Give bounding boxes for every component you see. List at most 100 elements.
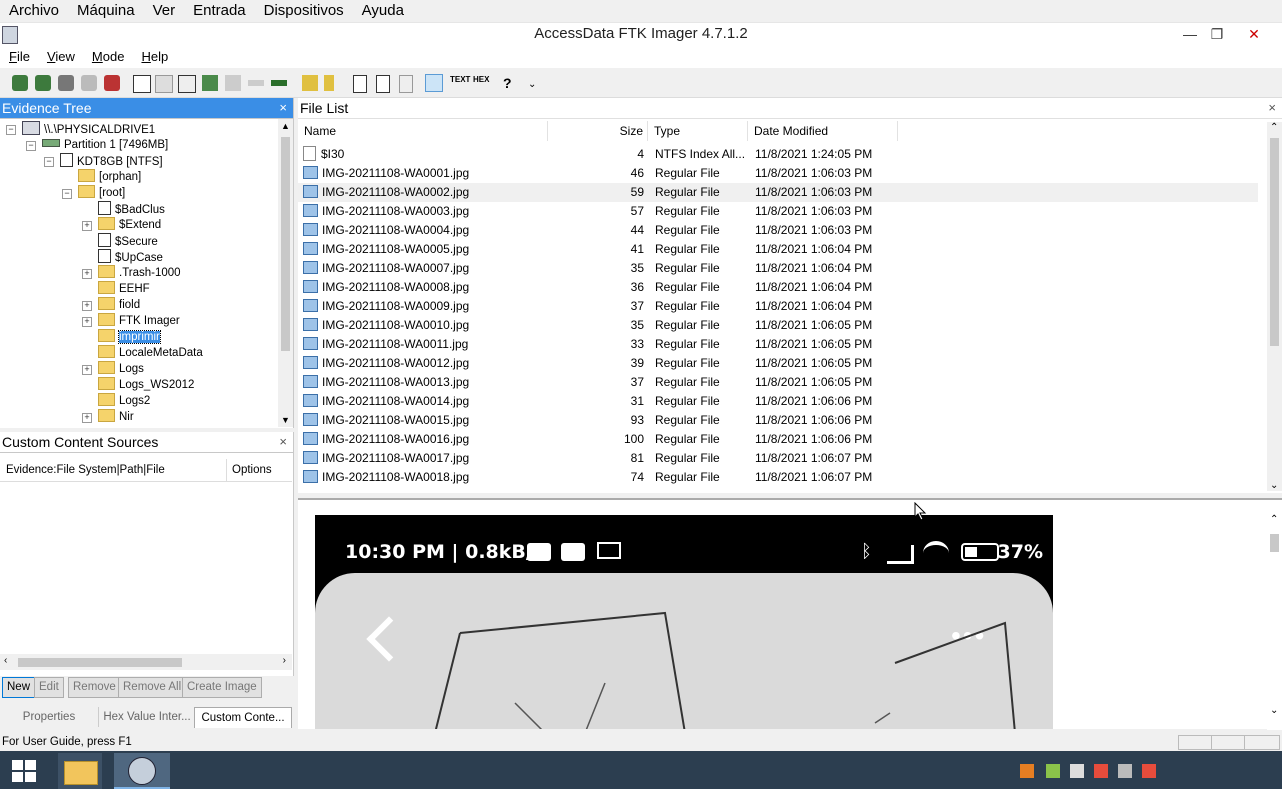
tray-volume-muted-icon[interactable]	[1142, 764, 1156, 778]
file-row[interactable]: IMG-20211108-WA0013.jpg 37 Regular File 11/…	[298, 373, 1258, 392]
tree-node-logs2[interactable]: Logs2	[98, 393, 150, 409]
add-to-custom-content-icon[interactable]	[202, 75, 218, 91]
remove-button[interactable]: Remove	[68, 677, 121, 698]
file-row[interactable]: IMG-20211108-WA0008.jpg 36 Regular File 11/…	[298, 278, 1258, 297]
hex-view-icon[interactable]: HEX	[473, 75, 489, 91]
file-row[interactable]: IMG-20211108-WA0017.jpg 81 Regular File 11/…	[298, 449, 1258, 468]
taskbar-ftk-imager[interactable]	[114, 753, 170, 789]
new-button[interactable]: New	[2, 677, 36, 698]
scroll-left-icon[interactable]: ‹	[4, 655, 7, 666]
file-row[interactable]: IMG-20211108-WA0001.jpg 46 Regular File 11/…	[298, 164, 1258, 183]
file-row[interactable]: IMG-20211108-WA0012.jpg 39 Regular File 11/…	[298, 354, 1258, 373]
scroll-up-icon[interactable]: ▲	[281, 121, 290, 131]
edit-button[interactable]: Edit	[34, 677, 64, 698]
decrypt-icon[interactable]	[248, 80, 264, 86]
verify-drive-icon[interactable]	[271, 80, 287, 86]
column-size[interactable]: Size	[548, 121, 648, 141]
tree-node-ftk-imager[interactable]: + FTK Imager	[82, 313, 180, 329]
viewer-scrollbar[interactable]: ⌃ ⌄	[1267, 514, 1282, 730]
remove-all-evidence-icon[interactable]	[104, 75, 120, 91]
scroll-up-icon[interactable]: ⌃	[1270, 514, 1278, 525]
file-row[interactable]: IMG-20211108-WA0016.jpg 100 Regular File 11…	[298, 430, 1258, 449]
tab-properties[interactable]: Properties	[0, 707, 98, 727]
tab-custom-content[interactable]: Custom Conte...	[194, 707, 292, 728]
auto-view-icon[interactable]	[425, 74, 443, 92]
minimize-button[interactable]: —	[1176, 23, 1204, 45]
custom-content-hscrollbar[interactable]: ‹ ›	[0, 654, 292, 670]
export-hash-list-icon[interactable]	[399, 75, 413, 93]
file-row[interactable]: IMG-20211108-WA0011.jpg 33 Regular File 11/…	[298, 335, 1258, 354]
tree-node-logs-ws2012[interactable]: Logs_WS2012	[98, 377, 194, 393]
tree-node-trash[interactable]: + .Trash-1000	[82, 265, 181, 281]
file-row[interactable]: IMG-20211108-WA0004.jpg 44 Regular File 11/…	[298, 221, 1258, 240]
evidence-tree-scrollbar[interactable]: ▲ ▼	[278, 119, 293, 427]
scrollbar-thumb[interactable]	[1270, 138, 1279, 346]
file-row[interactable]: IMG-20211108-WA0005.jpg 41 Regular File 11/…	[298, 240, 1258, 259]
file-row[interactable]: IMG-20211108-WA0010.jpg 35 Regular File 11/…	[298, 316, 1258, 335]
close-button[interactable]: ✕	[1240, 23, 1268, 45]
scrollbar-thumb[interactable]	[1270, 534, 1279, 552]
file-row[interactable]: IMG-20211108-WA0014.jpg 31 Regular File 11/…	[298, 392, 1258, 411]
scroll-down-icon[interactable]: ▼	[281, 415, 290, 425]
create-custom-image-icon[interactable]	[225, 75, 241, 91]
tree-node-badclus[interactable]: $BadClus	[98, 201, 165, 217]
tree-node-drive[interactable]: − \\.\PHYSICALDRIVE1	[6, 121, 155, 137]
evidence-tree-close-icon[interactable]: ×	[279, 98, 287, 118]
taskbar-file-explorer[interactable]	[58, 753, 102, 789]
tray-security-icon[interactable]	[1046, 764, 1060, 778]
custom-content-close-icon[interactable]: ×	[279, 432, 287, 452]
file-row[interactable]: IMG-20211108-WA0018.jpg 74 Regular File 11/…	[298, 468, 1258, 487]
add-all-evidence-icon[interactable]	[35, 75, 51, 91]
tree-node-nir[interactable]: + Nir	[82, 409, 134, 425]
create-image-button[interactable]: Create Image	[182, 677, 262, 698]
remove-all-button[interactable]: Remove All	[118, 677, 187, 698]
vm-menu-archivo[interactable]: Archivo	[0, 0, 68, 22]
file-row[interactable]: IMG-20211108-WA0003.jpg 57 Regular File 11/…	[298, 202, 1258, 221]
tree-node-partition[interactable]: − Partition 1 [7496MB]	[26, 137, 168, 153]
tree-node-extend[interactable]: + $Extend	[82, 217, 161, 233]
tray-devices-icon[interactable]	[1118, 764, 1132, 778]
menu-help[interactable]: Help	[132, 46, 176, 68]
scroll-down-icon[interactable]: ⌄	[1270, 705, 1278, 716]
column-name[interactable]: Name	[298, 121, 548, 141]
export-files-icon[interactable]	[376, 75, 390, 93]
file-row[interactable]: IMG-20211108-WA0002.jpg 59 Regular File 11/…	[298, 183, 1258, 202]
vm-menu-entrada[interactable]: Entrada	[184, 0, 255, 22]
tree-node-orphan[interactable]: [orphan]	[78, 169, 141, 185]
vm-menu-dispositivos[interactable]: Dispositivos	[255, 0, 353, 22]
remove-evidence-icon[interactable]	[81, 75, 97, 91]
tree-node-secure[interactable]: $Secure	[98, 233, 158, 249]
tree-node-logs[interactable]: + Logs	[82, 361, 144, 377]
menu-file[interactable]: File	[0, 46, 38, 68]
menu-mode[interactable]: Mode	[83, 46, 133, 68]
file-row[interactable]: IMG-20211108-WA0015.jpg 93 Regular File 11/…	[298, 411, 1258, 430]
column-type[interactable]: Type	[648, 121, 748, 141]
scrollbar-thumb[interactable]	[18, 658, 182, 667]
toolbar-overflow-icon[interactable]: ⌄	[528, 79, 544, 95]
scroll-down-icon[interactable]: ⌄	[1270, 480, 1278, 491]
file-row[interactable]: $I30 4 NTFS Index All... 11/8/2021 1:24:05 …	[298, 145, 1258, 164]
restore-button[interactable]: ❐	[1203, 23, 1231, 45]
detect-encryption-icon[interactable]	[353, 75, 367, 93]
tree-node-volume[interactable]: − KDT8GB [NTFS]	[44, 153, 163, 169]
file-list-scrollbar[interactable]: ⌃ ⌄	[1267, 122, 1282, 491]
column-options[interactable]: Options	[226, 459, 272, 481]
windows-start-icon[interactable]	[12, 760, 36, 782]
tree-node-eehf[interactable]: EEHF	[98, 281, 150, 297]
tree-node-upcase[interactable]: $UpCase	[98, 249, 163, 265]
menu-view[interactable]: View	[38, 46, 83, 68]
scrollbar-thumb[interactable]	[281, 137, 290, 351]
file-row[interactable]: IMG-20211108-WA0007.jpg 35 Regular File 11/…	[298, 259, 1258, 278]
capture-memory-icon[interactable]	[302, 75, 318, 91]
scroll-right-icon[interactable]: ›	[283, 655, 286, 666]
tray-app-icon[interactable]	[1070, 764, 1084, 778]
vm-menu-maquina[interactable]: Máquina	[68, 0, 144, 22]
tab-hex-value[interactable]: Hex Value Inter...	[98, 707, 195, 727]
scroll-up-icon[interactable]: ⌃	[1270, 122, 1278, 133]
tray-network-error-icon[interactable]	[1094, 764, 1108, 778]
column-date-modified[interactable]: Date Modified	[748, 121, 898, 141]
vm-menu-ver[interactable]: Ver	[144, 0, 185, 22]
vm-menu-ayuda[interactable]: Ayuda	[353, 0, 413, 22]
tray-warning-icon[interactable]	[1020, 764, 1034, 778]
tree-node-fiold[interactable]: + fiold	[82, 297, 140, 313]
